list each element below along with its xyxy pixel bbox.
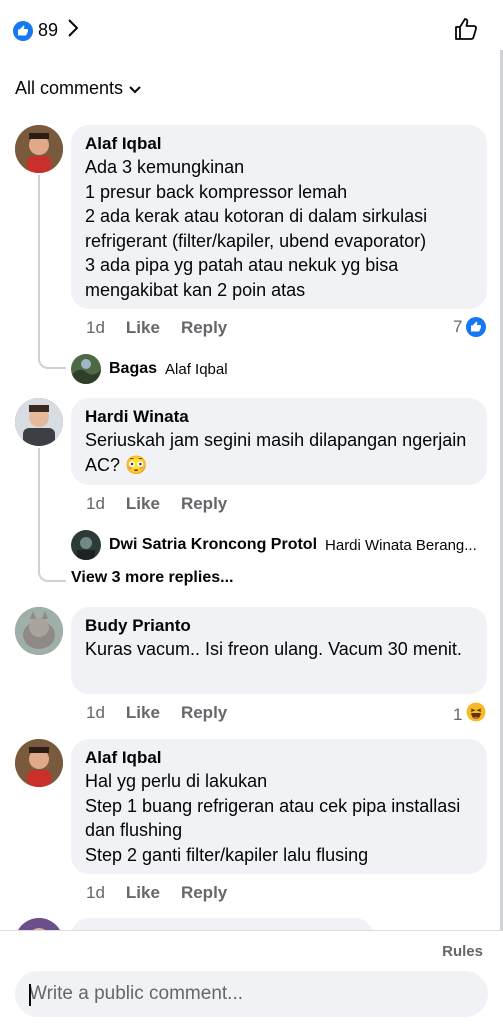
reply-tag: Alaf Iqbal <box>165 360 228 378</box>
rules-link[interactable]: Rules <box>442 943 483 960</box>
avatar[interactable] <box>15 125 63 173</box>
reply-author: Bagas <box>109 360 158 377</box>
top-bar: 89 <box>0 0 503 58</box>
thread-line <box>38 175 66 369</box>
sort-dropdown[interactable]: All comments <box>15 78 141 99</box>
reaction-summary[interactable]: 89 <box>13 18 79 43</box>
reaction-count: 1 <box>453 704 463 724</box>
comment-bubble: Alaf Iqbal Hal yg perlu di lakukan Step … <box>71 739 487 874</box>
like-button[interactable]: Like <box>126 883 160 903</box>
comment-author[interactable]: Hardi Winata <box>85 406 473 428</box>
comment-text: Kuras vacum.. Isi freon ulang. Vacum 30 … <box>85 639 462 659</box>
reply-button[interactable]: Reply <box>181 318 227 338</box>
comment-input[interactable] <box>29 971 469 1017</box>
text-caret <box>29 984 31 1006</box>
comment-bubble: Alaf Iqbal Ada 3 kemungkinan 1 presur ba… <box>71 125 487 309</box>
comment-actions: 1d Like Reply <box>86 318 227 338</box>
comment-text: Ada 3 kemungkinan 1 presur back kompress… <box>85 157 428 300</box>
comment-bubble: Budy Prianto Kuras vacum.. Isi freon ula… <box>71 607 487 694</box>
comment-time[interactable]: 1d <box>86 883 105 903</box>
comment-author[interactable]: Budy Prianto <box>85 615 473 637</box>
reply-button[interactable]: Reply <box>181 494 227 514</box>
comment-actions: 1d Like Reply <box>86 703 227 723</box>
comment-actions: 1d Like Reply <box>86 494 227 514</box>
comment-time[interactable]: 1d <box>86 703 105 723</box>
comment-reactions[interactable]: 7 <box>453 317 487 337</box>
comment-bubble: Hardi Winata Seriuskah jam segini masih … <box>71 398 487 485</box>
thread-line <box>38 546 66 582</box>
view-more-replies-link[interactable]: View 3 more replies... <box>71 569 233 587</box>
like-reaction-icon <box>466 317 487 337</box>
reaction-count: 7 <box>453 317 463 336</box>
like-button[interactable]: Like <box>126 703 160 723</box>
reply-button[interactable]: Reply <box>181 883 227 903</box>
chevron-right-icon <box>67 18 79 43</box>
reply-preview[interactable]: Bagas Alaf Iqbal <box>71 354 228 384</box>
like-button[interactable]: Like <box>126 318 160 338</box>
like-icon[interactable] <box>453 16 479 47</box>
comment-reactions[interactable]: 1 <box>453 702 486 727</box>
comment-time[interactable]: 1d <box>86 494 105 514</box>
comment-author[interactable]: Alaf Iqbal <box>85 747 473 769</box>
avatar[interactable] <box>15 398 63 446</box>
like-reaction-icon <box>13 20 33 41</box>
thread-line <box>38 448 40 546</box>
haha-reaction-icon <box>466 702 486 727</box>
avatar <box>71 530 101 560</box>
reply-preview[interactable]: Dwi Satria Kroncong Protol Hardi Winata … <box>71 530 477 560</box>
avatar[interactable] <box>15 607 63 655</box>
reply-button[interactable]: Reply <box>181 703 227 723</box>
comment-actions: 1d Like Reply <box>86 883 227 903</box>
like-button[interactable]: Like <box>126 494 160 514</box>
reply-author: Dwi Satria Kroncong Protol <box>109 536 318 553</box>
comment-author[interactable]: Alaf Iqbal <box>85 133 473 155</box>
comment-time[interactable]: 1d <box>86 318 105 338</box>
comment-text: Seriuskah jam segini masih dilapangan ng… <box>85 430 467 475</box>
avatar[interactable] <box>15 739 63 787</box>
reaction-count: 89 <box>38 20 59 40</box>
reply-tag: Hardi Winata Berang... <box>325 536 477 554</box>
comment-composer-bar: Rules <box>0 930 503 1024</box>
avatar <box>71 354 101 384</box>
chevron-down-icon <box>129 78 141 99</box>
sort-label: All comments <box>15 78 124 98</box>
comment-text: Hal yg perlu di lakukan Step 1 buang ref… <box>85 771 461 865</box>
comment-input-container <box>15 971 488 1017</box>
